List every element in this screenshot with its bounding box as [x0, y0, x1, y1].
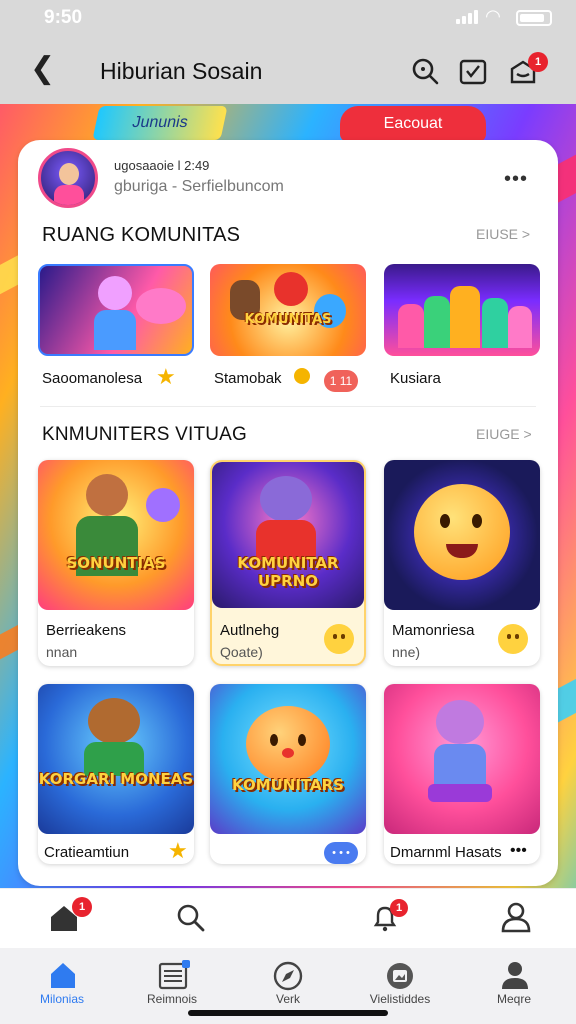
tab-home[interactable]: Milonias: [22, 956, 102, 1016]
compass-icon: [273, 961, 303, 991]
home-badge: 1: [72, 897, 92, 917]
bell-badge: 1: [390, 899, 408, 917]
home-indicator: [188, 1010, 388, 1016]
tab-label: Meqre: [496, 992, 531, 1006]
card-title: Mamonriesa: [392, 622, 475, 639]
card-subtitle: nnan: [46, 644, 78, 660]
notification-badge: 1: [528, 52, 548, 72]
star-icon: ★: [168, 838, 188, 863]
emoji-icon: [498, 624, 528, 654]
tab-left-pill[interactable]: Jununis: [92, 106, 228, 140]
card-subtitle: nne): [392, 644, 421, 660]
tab-label: Verk: [275, 992, 300, 1006]
wifi-icon: ◠: [486, 6, 500, 26]
card-art: [384, 460, 540, 610]
community-card-item[interactable]: Mamonriesa nne): [384, 460, 540, 666]
community-card-item[interactable]: KOMUNITAR UPRNO Autlnehg Qoate): [210, 460, 366, 666]
community-tile[interactable]: [384, 264, 540, 356]
card-art: KOMUNITARS: [210, 684, 366, 834]
profile-icon[interactable]: [500, 901, 532, 933]
gallery-icon: [387, 963, 413, 989]
status-bar: 9:50 ◠: [0, 0, 576, 36]
search-icon[interactable]: [176, 903, 206, 933]
card-art-text: SONUNTIAS: [66, 554, 166, 572]
card-title: Berrieakens: [46, 622, 127, 639]
card-art: SONUNTIAS: [38, 460, 194, 610]
tile-label: Saoomanolesa: [42, 370, 143, 387]
tab-label: Reimnois: [146, 992, 197, 1006]
bottom-nav-primary: 1 1: [0, 888, 576, 948]
community-card-item[interactable]: KORGARI MONEAS Cratieamtiun ★: [38, 684, 194, 864]
search-icon[interactable]: [410, 56, 440, 86]
emoji-icon: [324, 624, 354, 654]
star-icon: ★: [156, 364, 176, 389]
section-title: KNMUNITERS VITUAG: [42, 424, 248, 445]
community-card: ugosaaoie l 2:49 gburiga - Serfielbuncom…: [18, 140, 558, 886]
tab-label: Milonias: [39, 992, 84, 1006]
profile-handle: gburiga - Serfielbuncom: [114, 178, 284, 195]
more-options-icon[interactable]: •••: [510, 842, 527, 860]
battery-icon: [516, 10, 552, 26]
tab-profile[interactable]: Meqre: [474, 956, 554, 1016]
card-art: KOMUNITAR UPRNO: [212, 462, 364, 608]
list-icon: [158, 960, 190, 990]
community-tile[interactable]: KOMUNITAS: [210, 264, 366, 356]
tab-label: Vielistiddes: [369, 992, 431, 1006]
section-title: RUANG KOMUNITAS: [42, 224, 241, 246]
tab-videos[interactable]: Vielistiddes: [358, 956, 442, 1016]
community-card-item[interactable]: KOMUNITARS • • •: [210, 684, 366, 864]
see-more-link[interactable]: EIUSE >: [476, 226, 530, 242]
community-tile[interactable]: [38, 264, 194, 356]
card-title: Cratieamtiun: [44, 844, 130, 861]
avatar[interactable]: [38, 148, 98, 208]
card-title: Autlnehg: [220, 622, 280, 639]
card-art: [384, 684, 540, 834]
tile-label: Kusiara: [390, 370, 441, 387]
card-art-text: KORGARI MONEAS: [38, 770, 194, 788]
profile-icon: [502, 962, 528, 989]
community-card-item[interactable]: SONUNTIAS Berrieakens nnan: [38, 460, 194, 666]
profile-header: ugosaaoie l 2:49 gburiga - Serfielbuncom…: [38, 148, 538, 210]
back-arrow-icon[interactable]: ❮: [30, 54, 55, 84]
card-art: KORGARI MONEAS: [38, 684, 194, 834]
tab-work[interactable]: Verk: [248, 956, 328, 1016]
status-badge: 1 11: [324, 370, 358, 392]
tile-label: Stamobak: [214, 370, 282, 387]
card-title: Dmarnml Hasats: [390, 844, 502, 861]
calendar-icon[interactable]: [458, 56, 488, 86]
community-card-item[interactable]: Dmarnml Hasats •••: [384, 684, 540, 864]
tab-right-pill[interactable]: Eacouat: [340, 106, 486, 142]
tile-art-text: KOMUNITAS: [244, 312, 332, 327]
tab-reports[interactable]: Reimnois: [132, 956, 212, 1016]
top-app-bar: ❮ Hiburian Sosain 1: [0, 36, 576, 104]
more-options-icon[interactable]: •••: [504, 168, 528, 191]
see-more-link[interactable]: EIUGE >: [476, 426, 532, 442]
status-time: 9:50: [44, 7, 83, 28]
signal-icon: [456, 10, 478, 24]
home-icon: [51, 963, 75, 988]
profile-meta: ugosaaoie l 2:49: [114, 158, 210, 173]
status-badge: • • •: [324, 842, 358, 864]
card-art-text: KOMUNITAR UPRNO: [237, 554, 339, 590]
card-subtitle: Qoate): [220, 644, 263, 660]
page-title: Hiburian Sosain: [100, 58, 263, 84]
card-art-text: KOMUNITARS: [232, 776, 344, 794]
divider: [40, 406, 536, 407]
emoji-icon: [294, 368, 310, 384]
